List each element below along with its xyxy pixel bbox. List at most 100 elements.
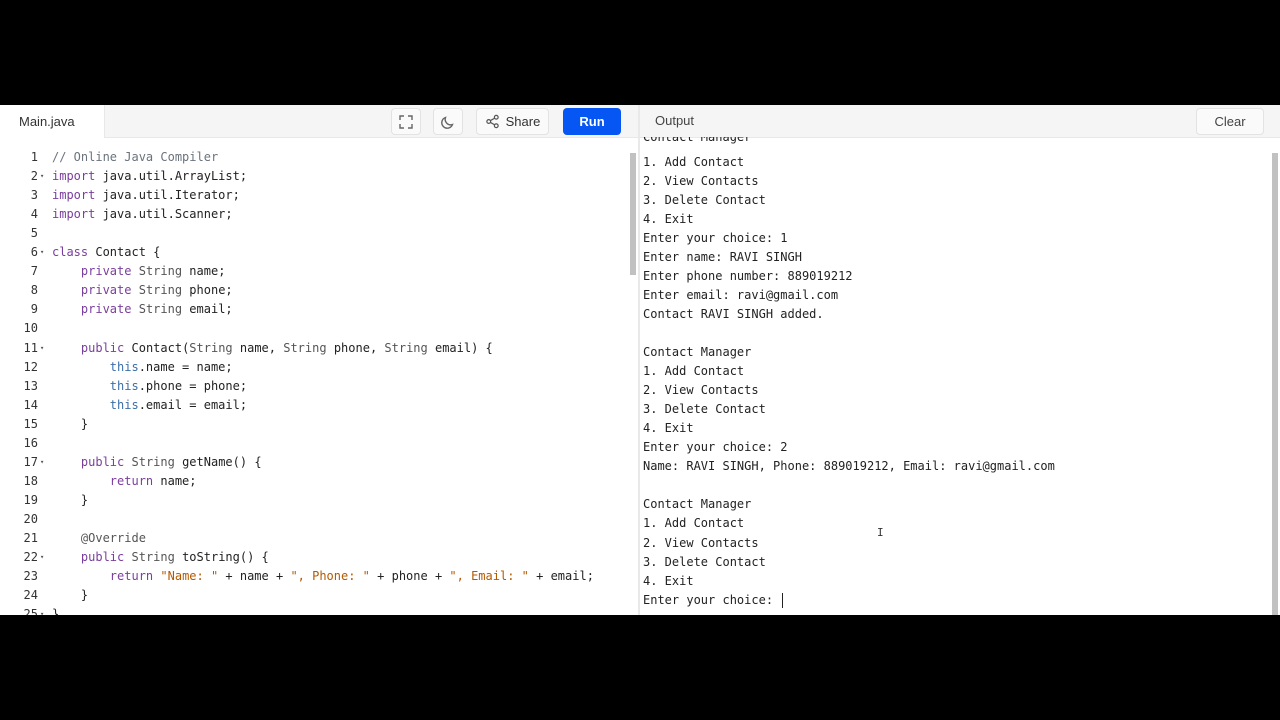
file-tab-label: Main.java: [19, 114, 75, 129]
line-number: 18: [23, 473, 38, 488]
code-line: 13 this.phone = phone;: [0, 377, 628, 396]
code-line: 25 ▾}: [0, 605, 628, 615]
code-text: private String name;: [80, 264, 226, 279]
line-number: 19: [23, 492, 38, 507]
output-line: 1. Add Contact: [643, 364, 745, 379]
code-line: 18 return name;: [0, 472, 628, 491]
code-line: 22 ▾ public String toString() {: [0, 548, 628, 567]
code-line: 20: [0, 510, 628, 529]
share-icon: [485, 114, 499, 129]
output-line: Name: RAVI SINGH, Phone: 889019212, Emai…: [643, 459, 1055, 474]
code-editor[interactable]: 1// Online Java Compiler 2 ▾ import java.ut…: [0, 143, 628, 615]
code-line: 15 }: [0, 415, 628, 434]
output-line: 3. Delete Contact: [643, 402, 766, 417]
output-toolbar: Output Clear: [640, 105, 1280, 138]
output-line: Contact RAVI SINGH added.: [643, 306, 824, 321]
output-line: Enter name: RAVI SINGH: [643, 249, 802, 264]
code-line: 21 @Override: [0, 529, 628, 548]
output-console[interactable]: Contact Manager 1. Add Contact 2. View Con…: [643, 137, 1263, 615]
file-tab[interactable]: Main.java: [0, 105, 105, 138]
line-number: 22: [23, 550, 38, 565]
code-text: return name;: [109, 473, 197, 488]
line-number: 24: [23, 588, 38, 603]
output-line: 3. Delete Contact: [643, 554, 766, 569]
code-text: }: [52, 607, 60, 615]
run-button[interactable]: Run: [563, 108, 621, 135]
code-line: 4 import java.util.Scanner;: [0, 205, 628, 224]
output-line: 4. Exit: [643, 421, 694, 436]
clear-button[interactable]: Clear: [1196, 108, 1264, 135]
editor-scrollbar[interactable]: [630, 153, 636, 275]
fold-arrow-icon[interactable]: ▾: [40, 339, 44, 358]
line-number: 2: [30, 169, 38, 184]
fullscreen-icon: [399, 114, 413, 129]
code-line: 1 // Online Java Compiler: [0, 148, 628, 167]
line-number: 7: [30, 264, 38, 279]
code-text: import java.util.ArrayList;: [52, 169, 248, 184]
code-text: class Contact {: [52, 245, 161, 260]
code-text: import java.util.Scanner;: [52, 207, 233, 222]
share-button[interactable]: Share: [476, 108, 549, 135]
line-number: 1: [30, 150, 38, 164]
output-line: Enter phone number: 889019212: [643, 268, 853, 283]
run-label: Run: [579, 114, 605, 129]
fold-arrow-icon[interactable]: ▾: [40, 453, 44, 472]
code-text: public String toString() {: [80, 550, 269, 565]
output-line: Contact Manager: [643, 137, 752, 144]
code-line: 14 this.email = email;: [0, 396, 628, 415]
code-line: 7 private String name;: [0, 262, 628, 281]
code-text: }: [52, 492, 89, 507]
line-number: 15: [23, 416, 38, 431]
output-line: Contact Manager: [643, 497, 752, 512]
output-line: Enter your choice: 1: [643, 230, 788, 245]
fold-arrow-icon[interactable]: ▾: [40, 605, 44, 615]
output-line: 2. View Contacts: [643, 173, 759, 188]
line-number: 6: [30, 245, 38, 260]
code-line: 3 import java.util.Iterator;: [0, 186, 628, 205]
clear-label: Clear: [1214, 114, 1246, 129]
fold-arrow-icon[interactable]: ▾: [40, 167, 44, 186]
output-line: 4. Exit: [643, 573, 694, 588]
line-number: 8: [30, 283, 38, 298]
moon-icon: [441, 115, 454, 129]
line-number: 16: [23, 435, 38, 450]
fold-arrow-icon[interactable]: ▾: [40, 243, 44, 262]
output-line: Enter email: ravi@gmail.com: [643, 287, 839, 302]
theme-toggle-button[interactable]: [433, 108, 463, 135]
text-cursor-icon: I: [877, 526, 884, 539]
output-scrollbar[interactable]: [1272, 153, 1278, 615]
code-text: // Online Java Compiler: [52, 150, 219, 164]
code-line: 10: [0, 319, 628, 338]
code-line: 8 private String phone;: [0, 281, 628, 300]
code-line: 11 ▾ public Contact(String name, String p…: [0, 339, 628, 358]
output-line: 3. Delete Contact: [643, 192, 766, 207]
line-number: 14: [23, 397, 38, 412]
output-line: 1. Add Contact: [643, 516, 745, 531]
line-number: 4: [30, 207, 38, 222]
editor-toolbar: Main.java Share Run: [0, 105, 638, 138]
code-line: 17 ▾ public String getName() {: [0, 453, 628, 472]
line-number: 20: [23, 511, 38, 526]
code-line: 23 return "Name: " + name + ", Phone: " …: [0, 567, 628, 586]
code-text: }: [52, 416, 89, 431]
code-line: 2 ▾ import java.util.ArrayList;: [0, 167, 628, 186]
code-line: 19 }: [0, 491, 628, 510]
code-line: 16: [0, 434, 628, 453]
line-number: 3: [30, 188, 38, 203]
pane-divider[interactable]: [638, 105, 640, 615]
code-line: 5: [0, 224, 628, 243]
line-number: 13: [23, 378, 38, 393]
fold-arrow-icon[interactable]: ▾: [40, 548, 44, 567]
output-line: Enter your choice: 2: [643, 440, 788, 455]
code-text: @Override: [80, 531, 146, 545]
code-line: 9 private String email;: [0, 300, 628, 319]
output-line: Contact Manager: [643, 345, 752, 359]
fullscreen-button[interactable]: [391, 108, 421, 135]
code-text: }: [52, 588, 89, 603]
line-number: 11: [23, 340, 38, 355]
code-text: public String getName() {: [80, 454, 262, 469]
code-text: private String email;: [80, 302, 233, 317]
line-number: 10: [23, 321, 38, 336]
output-title: Output: [655, 113, 695, 128]
line-number: 12: [23, 359, 38, 374]
